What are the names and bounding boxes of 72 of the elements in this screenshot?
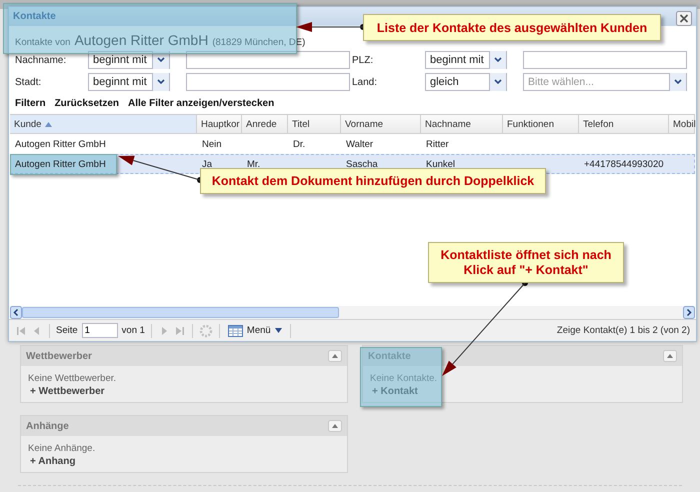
- operator-dropdown[interactable]: gleich: [425, 73, 507, 91]
- operator-dropdown[interactable]: beginnt mit: [88, 51, 170, 69]
- last-page-icon[interactable]: [174, 324, 186, 336]
- close-icon[interactable]: [676, 11, 692, 26]
- table-cell: Nein: [202, 138, 222, 150]
- horizontal-scrollbar[interactable]: [10, 306, 695, 319]
- operator-dropdown[interactable]: beginnt mit: [88, 73, 170, 91]
- sort-ascending-icon: [45, 122, 52, 126]
- scroll-left-icon[interactable]: [10, 306, 22, 319]
- table-cell: Dr.: [293, 138, 306, 150]
- table-cell: +44178544993020: [584, 158, 664, 170]
- caret-icon: [274, 328, 282, 333]
- table-cell: Sascha: [346, 158, 378, 170]
- callout-note: Kontakt dem Dokument hinzufügen durch Doppelklick: [200, 168, 546, 194]
- operator-dropdown[interactable]: beginnt mit: [425, 51, 507, 69]
- column-header[interactable]: Mobil: [669, 115, 695, 133]
- scrollbar-thumb[interactable]: [22, 307, 340, 318]
- table-icon: [228, 324, 243, 336]
- add-link[interactable]: + Wettbewerber: [30, 386, 105, 397]
- add-link[interactable]: + Anhang: [30, 456, 76, 467]
- table-cell: Walter: [346, 138, 374, 150]
- column-header[interactable]: Vorname: [341, 115, 421, 133]
- filter-input[interactable]: [186, 51, 350, 69]
- caret-icon: [489, 73, 506, 91]
- callout-note: Liste der Kontakte des ausgewählten Kunden: [363, 14, 661, 41]
- menu-button[interactable]: Menü: [226, 324, 284, 336]
- filter-link[interactable]: Zurücksetzen: [54, 98, 120, 112]
- paging-summary: Zeige Kontakt(e) 1 bis 2 (von 2): [556, 325, 690, 336]
- customer-name: Autogen Ritter GmbH: [74, 32, 208, 48]
- first-page-icon[interactable]: [15, 324, 27, 336]
- subtitle-text: Kontakte von: [15, 37, 70, 48]
- filter-label: Nachname:: [15, 54, 68, 66]
- column-header[interactable]: Kunde: [10, 115, 197, 133]
- page-count: von 1: [122, 325, 145, 336]
- empty-message: Keine Wettbewerber.: [28, 373, 118, 384]
- caret-icon: [152, 51, 169, 69]
- panel-title: Anhänge: [26, 420, 69, 432]
- window-title: Kontakte: [13, 11, 56, 22]
- page-label: Seite: [56, 325, 78, 336]
- column-header[interactable]: Nachname: [421, 115, 503, 133]
- filter-label: PLZ:: [352, 54, 374, 66]
- callout-note: Kontaktliste öffnet sich nach Klick auf "+ Kontakt": [428, 242, 624, 283]
- caret-icon: [489, 51, 506, 69]
- filter-input[interactable]: [523, 51, 687, 69]
- filter-label: Stadt:: [15, 76, 42, 88]
- table-cell: Autogen Ritter GmbH: [15, 138, 106, 150]
- filter-link[interactable]: Filtern: [15, 98, 46, 112]
- panel-title: Wettbewerber: [26, 350, 92, 362]
- filter-link[interactable]: Alle Filter anzeigen/verstecken: [128, 98, 274, 112]
- empty-message: Keine Kontakte.: [370, 373, 438, 384]
- table-cell: Ja: [202, 158, 212, 170]
- table-cell: Mr.: [247, 158, 260, 170]
- column-header[interactable]: Funktionen: [503, 115, 579, 133]
- column-header[interactable]: Hauptkor: [197, 115, 242, 133]
- collapse-icon[interactable]: [663, 350, 677, 362]
- collapse-icon[interactable]: [328, 350, 342, 362]
- refresh-icon[interactable]: [198, 324, 213, 338]
- empty-message: Keine Anhänge.: [28, 443, 96, 454]
- filter-input[interactable]: [186, 73, 350, 91]
- column-header[interactable]: Titel: [288, 115, 341, 133]
- collapse-icon[interactable]: [328, 420, 342, 432]
- column-header[interactable]: Anrede: [242, 115, 288, 133]
- table-cell: Ritter: [426, 138, 449, 150]
- table-cell: Kunkel: [426, 158, 456, 170]
- scroll-right-icon[interactable]: [683, 306, 695, 319]
- caret-icon: [669, 73, 686, 91]
- table-cell: Autogen Ritter GmbH: [15, 158, 106, 170]
- page-input[interactable]: 1: [82, 323, 118, 338]
- column-header[interactable]: Telefon: [579, 115, 669, 133]
- table-row[interactable]: Autogen Ritter GmbH Nein Dr. Walter Ritter: [10, 134, 695, 154]
- filter-label: Land:: [352, 76, 378, 88]
- caret-icon: [152, 73, 169, 91]
